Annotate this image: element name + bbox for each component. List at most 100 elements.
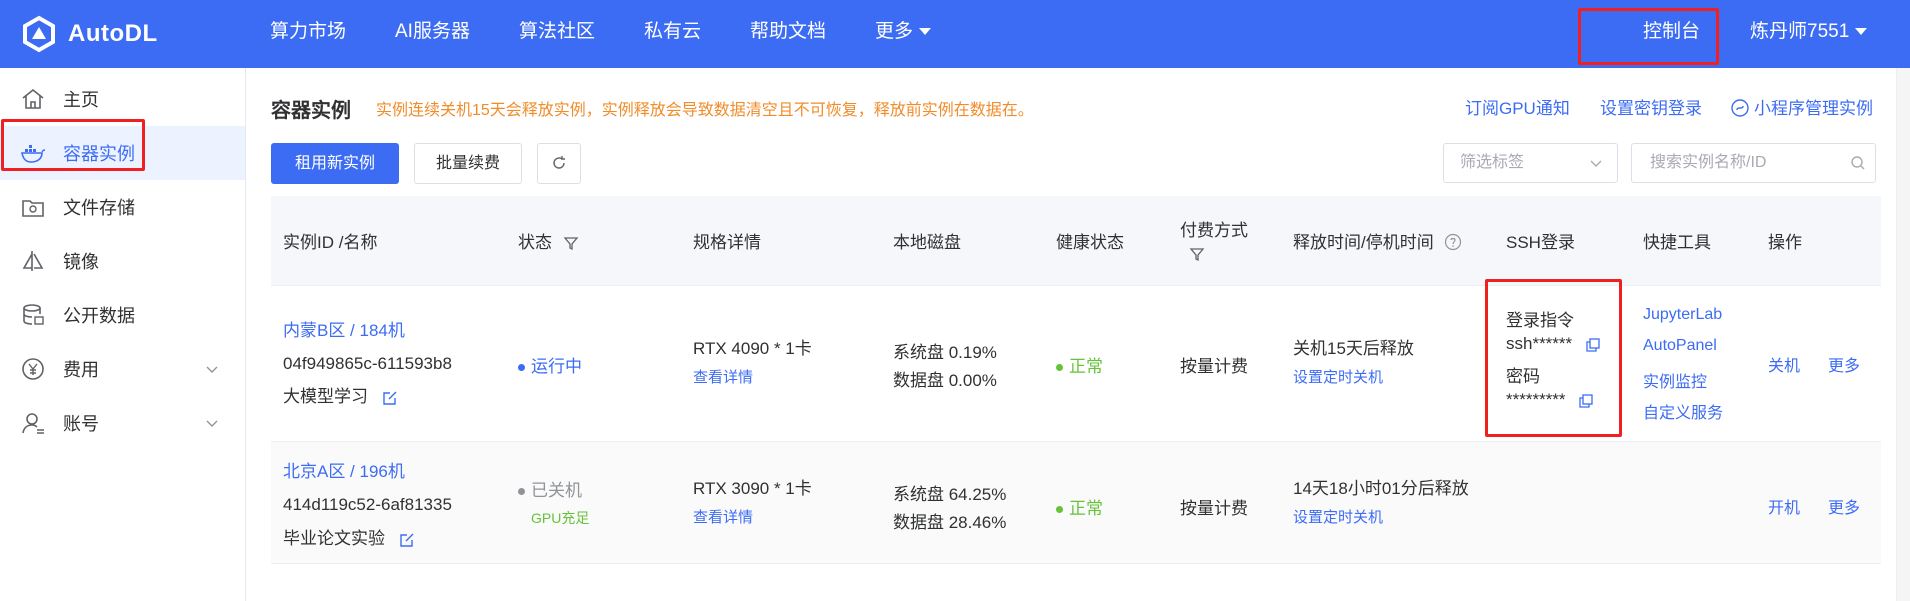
health-dot <box>1056 506 1063 514</box>
more-actions-button[interactable]: 更多 <box>1828 352 1860 376</box>
nav-ai-server[interactable]: AI服务器 <box>395 0 470 68</box>
miniprogram-icon <box>1731 99 1749 117</box>
instance-search-input[interactable] <box>1631 143 1876 183</box>
brand-name: AutoDL <box>68 20 158 47</box>
subscribe-gpu-link[interactable]: 订阅GPU通知 <box>1465 94 1570 119</box>
help-icon[interactable] <box>1444 233 1462 251</box>
instance-name-text: 大模型学习 <box>283 387 368 406</box>
chevron-down-icon <box>1855 28 1868 36</box>
autodl-logo[interactable]: AutoDL <box>20 10 158 58</box>
sidebar-item-billing[interactable]: 费用 <box>0 342 245 396</box>
username: 炼丹师7551 <box>1750 21 1850 42</box>
view-details-link[interactable]: 查看详情 <box>693 506 753 527</box>
payment-type: 按量计费 <box>1180 499 1248 518</box>
nav-algorithm-community[interactable]: 算法社区 <box>519 0 595 68</box>
gpu-spec: RTX 4090 * 1卡 <box>693 339 812 358</box>
yen-icon <box>22 358 44 380</box>
search-icon[interactable] <box>1850 155 1866 171</box>
tag-filter-select[interactable]: 筛选标签 <box>1443 143 1618 183</box>
sidebar-item-label: 镜像 <box>63 252 99 272</box>
status-text: 已关机 <box>531 481 582 500</box>
nav-private-cloud[interactable]: 私有云 <box>644 0 701 68</box>
instance-id: 414d119c52-6af81335 <box>283 495 452 514</box>
sidebar-item-file-storage[interactable]: 文件存储 <box>0 180 245 234</box>
copy-icon[interactable] <box>1578 393 1594 409</box>
chevron-down-icon <box>206 420 218 427</box>
power-on-button[interactable]: 开机 <box>1768 494 1800 518</box>
status-text: 运行中 <box>531 357 582 376</box>
tool-jupyterlab-link[interactable]: JupyterLab <box>1643 306 1722 324</box>
sidebar-item-images[interactable]: 镜像 <box>0 234 245 288</box>
database-icon <box>23 304 44 325</box>
tag-filter-placeholder: 筛选标签 <box>1460 154 1525 171</box>
gpu-availability: GPU充足 <box>531 510 590 526</box>
health-text: 正常 <box>1069 499 1103 518</box>
page-scrollbar[interactable] <box>1896 68 1910 601</box>
release-warning: 实例连续关机15天会释放实例，实例释放会导致数据清空且不可恢复，释放前实例在数据… <box>376 102 1034 119</box>
gpu-spec: RTX 3090 * 1卡 <box>693 479 812 498</box>
sidebar: 主页 容器实例 文件存储 镜像 公开数据 费用 账号 <box>0 68 246 601</box>
nav-compute-market[interactable]: 算力市场 <box>270 0 346 68</box>
batch-renew-button[interactable]: 批量续费 <box>414 143 522 184</box>
col-header-release-label: 释放时间/停机时间 <box>1293 233 1434 252</box>
copy-icon[interactable] <box>1585 337 1601 353</box>
sidebar-item-home[interactable]: 主页 <box>0 72 245 126</box>
miniprogram-label: 小程序管理实例 <box>1754 99 1873 118</box>
status-dot <box>518 488 525 496</box>
sidebar-item-public-data[interactable]: 公开数据 <box>0 288 245 342</box>
nav-help-docs[interactable]: 帮助文档 <box>750 0 826 68</box>
sidebar-item-account[interactable]: 账号 <box>0 396 245 450</box>
release-time: 关机15天后释放 <box>1293 339 1414 358</box>
view-details-link[interactable]: 查看详情 <box>693 366 753 387</box>
chevron-down-icon <box>206 366 218 373</box>
ssh-command-label: 登录指令 <box>1506 311 1574 330</box>
sidebar-item-label: 费用 <box>63 360 99 380</box>
nav-more[interactable]: 更多 <box>875 0 932 68</box>
instance-region-link[interactable]: 内蒙B区 / 184机 <box>283 316 405 341</box>
ssh-password-label: 密码 <box>1506 367 1540 386</box>
filter-icon[interactable] <box>1189 246 1205 262</box>
edit-icon[interactable] <box>398 531 416 549</box>
sidebar-item-container-instances[interactable]: 容器实例 <box>0 126 245 180</box>
sidebar-item-label: 容器实例 <box>63 144 135 164</box>
data-disk-usage: 数据盘 28.46% <box>893 513 1007 532</box>
table-row: 内蒙B区 / 184机 04f949865c-611593b8 大模型学习 运行… <box>271 286 1881 442</box>
refresh-button[interactable] <box>537 143 581 184</box>
set-timed-shutdown-link[interactable]: 设置定时关机 <box>1293 506 1383 527</box>
home-icon <box>22 88 44 109</box>
image-icon <box>22 251 44 271</box>
ssh-key-login-link[interactable]: 设置密钥登录 <box>1600 94 1702 119</box>
instance-region-link[interactable]: 北京A区 / 196机 <box>283 457 405 482</box>
instance-name: 大模型学习 <box>283 382 399 407</box>
set-timed-shutdown-link[interactable]: 设置定时关机 <box>1293 366 1383 387</box>
health-status: 正常 <box>1056 352 1103 377</box>
refresh-icon <box>553 156 565 169</box>
chevron-down-icon <box>919 28 932 36</box>
filter-icon[interactable] <box>563 235 579 251</box>
nav-more-label: 更多 <box>875 21 914 42</box>
col-header-status-label: 状态 <box>518 233 552 252</box>
sidebar-item-label: 公开数据 <box>63 306 135 326</box>
storage-icon <box>22 200 44 217</box>
sidebar-item-label: 主页 <box>63 90 99 110</box>
data-disk-usage: 数据盘 0.00% <box>893 371 997 390</box>
tool-monitor-link[interactable]: 实例监控 <box>1643 368 1707 392</box>
miniprogram-link[interactable]: 小程序管理实例 <box>1731 94 1873 119</box>
more-actions-button[interactable]: 更多 <box>1828 494 1860 518</box>
rent-new-instance-button[interactable]: 租用新实例 <box>271 143 399 184</box>
tool-autopanel-link[interactable]: AutoPanel <box>1643 337 1717 355</box>
ssh-password-text: ********* <box>1506 390 1566 409</box>
edit-icon[interactable] <box>381 389 399 407</box>
instance-name: 毕业论文实验 <box>283 524 416 549</box>
console-link[interactable]: 控制台 <box>1643 0 1700 68</box>
col-header-health: 健康状态 <box>1056 233 1124 252</box>
status-dot <box>518 364 525 372</box>
col-header-status[interactable]: 状态 <box>518 228 579 253</box>
table-row: 北京A区 / 196机 414d119c52-6af81335 毕业论文实验 已… <box>271 442 1881 564</box>
col-header-disk: 本地磁盘 <box>893 233 961 252</box>
instance-id: 04f949865c-611593b8 <box>283 354 452 373</box>
user-menu[interactable]: 炼丹师7551 <box>1750 0 1868 68</box>
shutdown-button[interactable]: 关机 <box>1768 352 1800 376</box>
top-navbar: AutoDL 算力市场 AI服务器 算法社区 私有云 帮助文档 更多 控制台 炼… <box>0 0 1910 68</box>
tool-custom-service-link[interactable]: 自定义服务 <box>1643 399 1723 423</box>
